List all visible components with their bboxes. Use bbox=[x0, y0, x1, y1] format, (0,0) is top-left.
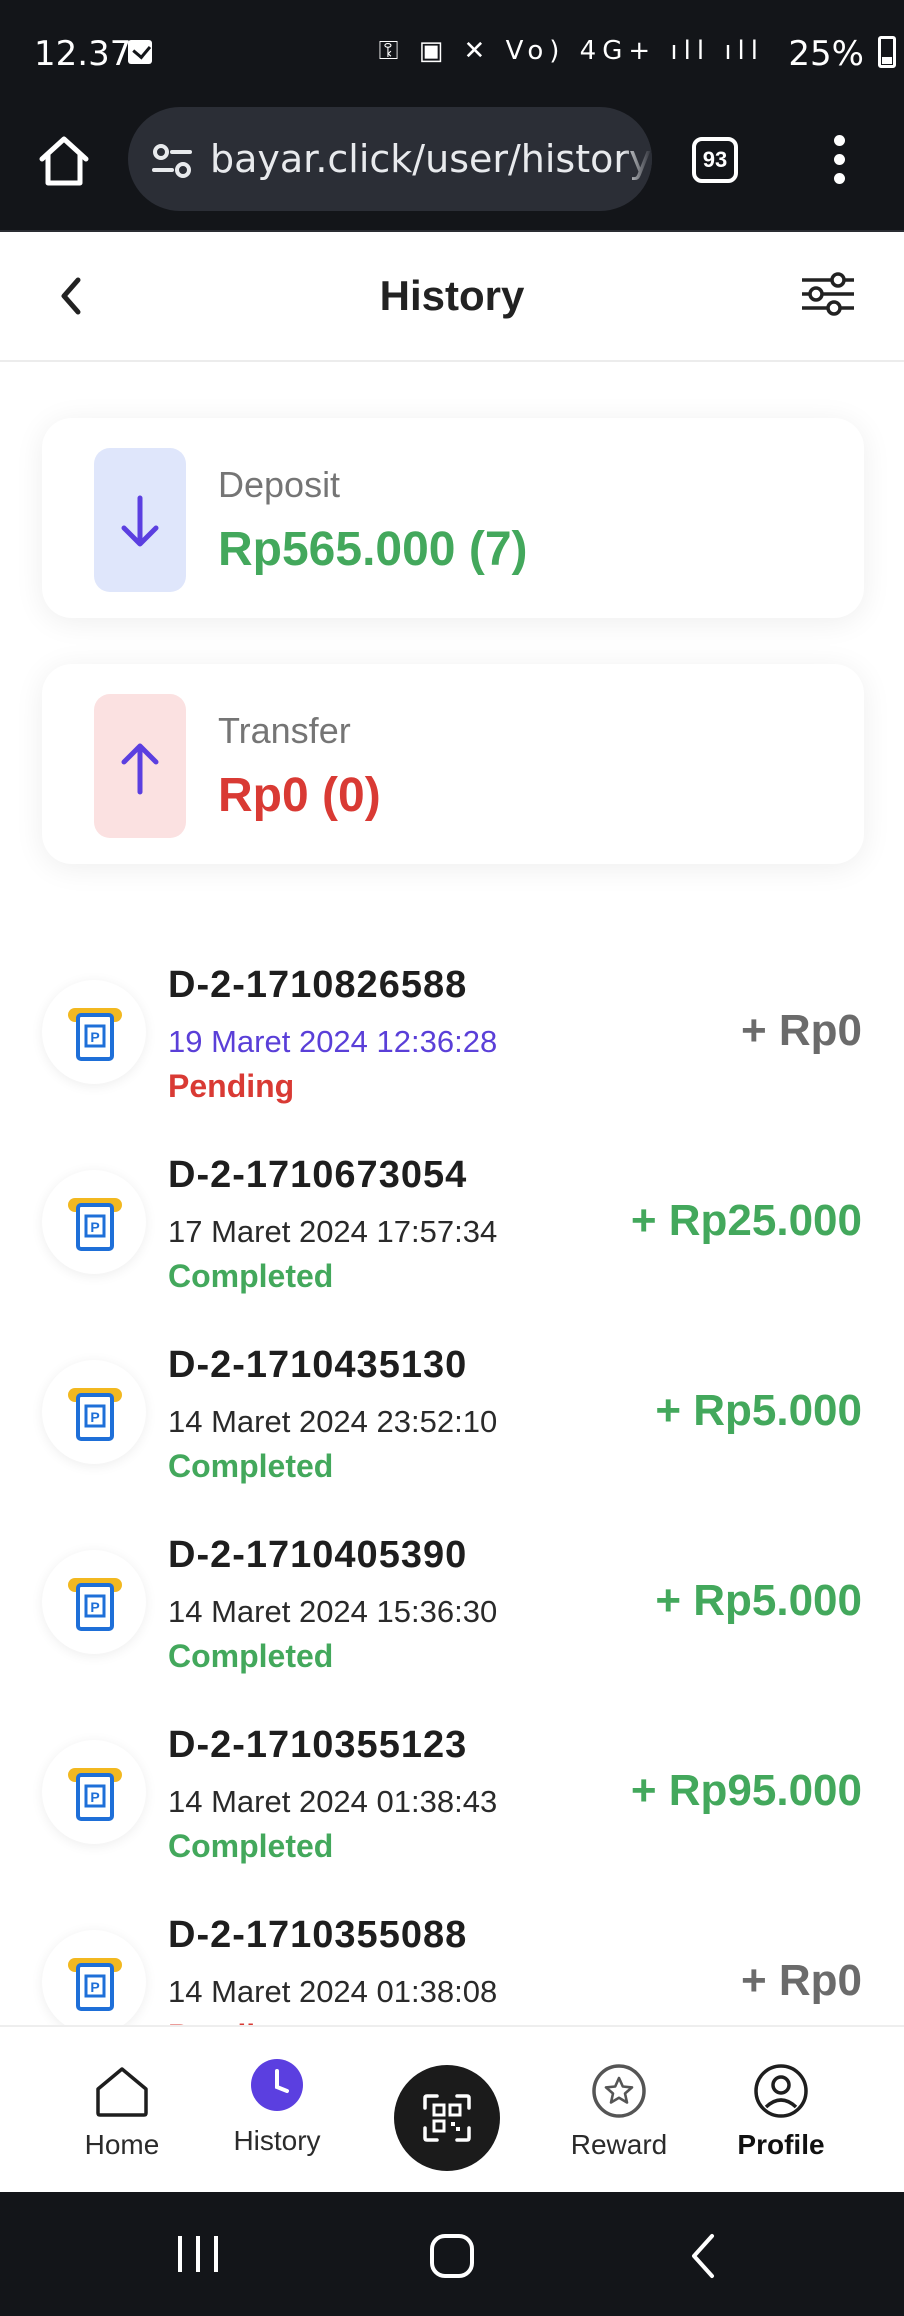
tab-switcher-button[interactable]: 93 bbox=[692, 137, 738, 183]
transaction-avatar: P bbox=[42, 980, 146, 1084]
transaction-list: P D-2-1710826588 19 Maret 2024 12:36:28 … bbox=[0, 950, 904, 2025]
transaction-status: Completed bbox=[168, 1828, 334, 1864]
transaction-row[interactable]: P D-2-1710826588 19 Maret 2024 12:36:28 … bbox=[0, 950, 904, 1140]
transaction-row[interactable]: P D-2-1710355088 14 Maret 2024 01:38:08 … bbox=[0, 1900, 904, 2025]
app-header: History bbox=[0, 232, 904, 362]
checkbox-notification-icon bbox=[128, 40, 152, 64]
receipt-payment-icon: P bbox=[68, 1008, 122, 1061]
address-bar[interactable]: bayar.click/user/history bbox=[128, 107, 652, 211]
transaction-avatar: P bbox=[42, 1170, 146, 1274]
status-time: 12.37 bbox=[34, 34, 132, 74]
nav-home-label: Home bbox=[84, 2129, 160, 2160]
transaction-status: Pending bbox=[168, 2018, 294, 2025]
transaction-id: D-2-1710405390 bbox=[168, 1534, 468, 1576]
svg-text:P: P bbox=[90, 1599, 99, 1615]
transaction-date: 17 Maret 2024 17:57:34 bbox=[168, 1214, 498, 1249]
scan-qr-button[interactable] bbox=[394, 2065, 500, 2171]
receipt-payment-icon: P bbox=[68, 1388, 122, 1441]
transaction-amount: + Rp95.000 bbox=[630, 1766, 862, 1815]
receipt-payment-icon: P bbox=[68, 1958, 122, 2011]
transaction-date: 14 Maret 2024 15:36:30 bbox=[168, 1594, 498, 1629]
reward-star-icon bbox=[592, 2064, 646, 2118]
transfer-summary-card[interactable]: Transfer Rp0 (0) bbox=[42, 664, 864, 864]
transaction-row[interactable]: P D-2-1710405390 14 Maret 2024 15:36:30 … bbox=[0, 1520, 904, 1710]
deposit-summary-card[interactable]: Deposit Rp565.000 (7) bbox=[42, 418, 864, 618]
transaction-status: Pending bbox=[168, 1068, 295, 1104]
svg-text:P: P bbox=[90, 1979, 99, 1995]
svg-text:P: P bbox=[90, 1219, 99, 1235]
receipt-payment-icon: P bbox=[68, 1198, 122, 1251]
transaction-id: D-2-1710435130 bbox=[168, 1344, 468, 1386]
transaction-amount: + Rp0 bbox=[740, 1006, 862, 1055]
transaction-amount: + Rp5.000 bbox=[655, 1386, 862, 1435]
transaction-date: 14 Maret 2024 01:38:43 bbox=[168, 1784, 498, 1819]
transaction-id: D-2-1710355123 bbox=[168, 1724, 468, 1766]
network-status-icons: ⚿ ▣ ✕ Vo) 4G+ ıll ıll bbox=[378, 36, 764, 66]
nav-profile-label: Profile bbox=[737, 2129, 825, 2160]
receipt-payment-icon: P bbox=[68, 1578, 122, 1631]
android-home-icon[interactable] bbox=[428, 2232, 476, 2280]
deposit-amount: Rp565.000 (7) bbox=[218, 523, 528, 576]
arrow-up-icon bbox=[121, 743, 159, 795]
receipt-payment-icon: P bbox=[68, 1768, 122, 1821]
browser-menu-icon[interactable] bbox=[834, 135, 846, 187]
nav-reward-label: Reward bbox=[570, 2129, 668, 2160]
nav-history[interactable]: History bbox=[202, 2027, 352, 2194]
android-back-icon[interactable] bbox=[686, 2232, 722, 2280]
transaction-amount: + Rp25.000 bbox=[630, 1196, 862, 1245]
url-text: bayar.click/user/history bbox=[210, 137, 652, 181]
arrow-down-icon bbox=[121, 495, 159, 547]
browser-home-icon[interactable] bbox=[36, 133, 92, 189]
transaction-date: 14 Maret 2024 01:38:08 bbox=[168, 1974, 498, 2009]
filter-sliders-icon[interactable] bbox=[800, 272, 856, 316]
transfer-icon-box bbox=[94, 694, 186, 838]
system-navigation-bar bbox=[0, 2192, 904, 2316]
page-title: History bbox=[379, 272, 525, 319]
bottom-navigation: Home History Reward Profile bbox=[0, 2025, 904, 2192]
transaction-id: D-2-1710355088 bbox=[168, 1914, 468, 1956]
transaction-status: Completed bbox=[168, 1258, 334, 1294]
profile-user-icon bbox=[754, 2064, 808, 2118]
transaction-amount: + Rp5.000 bbox=[655, 1576, 862, 1625]
recent-apps-icon[interactable] bbox=[176, 2232, 220, 2276]
browser-toolbar: bayar.click/user/history 93 bbox=[0, 105, 904, 232]
site-settings-icon[interactable] bbox=[152, 141, 192, 181]
nav-home[interactable]: Home bbox=[47, 2027, 197, 2194]
transaction-status: Completed bbox=[168, 1448, 334, 1484]
transaction-date: 14 Maret 2024 23:52:10 bbox=[168, 1404, 498, 1439]
transaction-status: Completed bbox=[168, 1638, 334, 1674]
clock-icon bbox=[251, 2059, 303, 2111]
transaction-avatar: P bbox=[42, 1930, 146, 2025]
transaction-id: D-2-1710826588 bbox=[168, 964, 468, 1006]
deposit-icon-box bbox=[94, 448, 186, 592]
transaction-avatar: P bbox=[42, 1740, 146, 1844]
deposit-label: Deposit bbox=[218, 464, 341, 505]
svg-text:P: P bbox=[90, 1789, 99, 1805]
transaction-id: D-2-1710673054 bbox=[168, 1154, 468, 1196]
nav-history-label: History bbox=[233, 2125, 321, 2156]
svg-text:P: P bbox=[90, 1409, 99, 1425]
svg-text:P: P bbox=[90, 1029, 99, 1045]
scan-qr-icon bbox=[423, 2094, 471, 2142]
nav-reward[interactable]: Reward bbox=[544, 2027, 694, 2194]
status-bar: 12.37 ⚿ ▣ ✕ Vo) 4G+ ıll ıll 25% bbox=[0, 0, 904, 105]
battery-icon bbox=[878, 36, 896, 68]
transaction-row[interactable]: P D-2-1710673054 17 Maret 2024 17:57:34 … bbox=[0, 1140, 904, 1330]
transaction-amount: + Rp0 bbox=[740, 1956, 862, 2005]
home-icon bbox=[96, 2067, 148, 2117]
nav-profile[interactable]: Profile bbox=[706, 2027, 856, 2194]
transaction-avatar: P bbox=[42, 1550, 146, 1654]
transfer-label: Transfer bbox=[218, 710, 351, 751]
battery-percentage: 25% bbox=[788, 34, 864, 74]
transaction-row[interactable]: P D-2-1710435130 14 Maret 2024 23:52:10 … bbox=[0, 1330, 904, 1520]
transaction-avatar: P bbox=[42, 1360, 146, 1464]
transaction-date: 19 Maret 2024 12:36:28 bbox=[168, 1024, 498, 1059]
transaction-row[interactable]: P D-2-1710355123 14 Maret 2024 01:38:43 … bbox=[0, 1710, 904, 1900]
transfer-amount: Rp0 (0) bbox=[218, 769, 381, 822]
